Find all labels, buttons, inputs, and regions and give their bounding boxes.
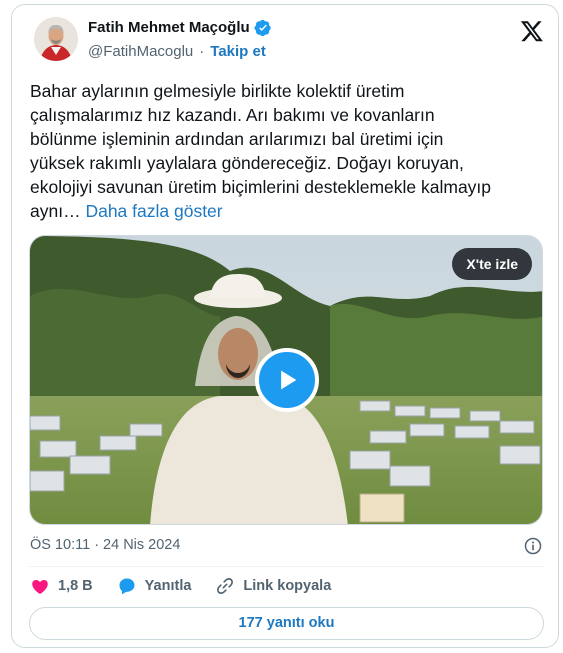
tweet-text-line: bölünme işleminin ardından arılarımızı b… (30, 129, 444, 149)
tweet-time: ÖS 10:11 (30, 537, 91, 553)
tweet-text-last-line: aynı… Daha fazla göster (30, 199, 545, 223)
link-icon (217, 578, 234, 594)
show-more-link[interactable]: Daha fazla göster (85, 201, 222, 221)
tweet-actions: 1,8 B Yanıtla Link kopyala (30, 574, 355, 598)
avatar-portrait-icon (34, 17, 78, 61)
separator-dot: · (199, 43, 205, 60)
x-logo-icon[interactable] (520, 19, 544, 43)
info-icon[interactable] (523, 536, 543, 556)
heart-icon (32, 579, 48, 594)
watch-on-x-button[interactable]: X'te izle (452, 248, 532, 280)
author-avatar[interactable] (34, 17, 78, 61)
read-replies-button[interactable]: 177 yanıtı oku (29, 607, 544, 640)
copy-link-label: Link kopyala (243, 578, 332, 594)
like-count: 1,8 B (58, 578, 93, 594)
reply-button[interactable]: Yanıtla (117, 574, 192, 598)
tweet-text-truncated: aynı… (30, 201, 81, 221)
reply-bubble-icon (119, 578, 135, 595)
tweet-text-line: yüksek rakımlı yaylalara göndereceğiz. D… (30, 153, 464, 173)
tweet-text: Bahar aylarının gelmesiyle birlikte kole… (30, 79, 545, 223)
verified-badge-icon (254, 19, 271, 37)
tweet-text-line: ekolojiyi savunan üretim biçimlerini des… (30, 177, 492, 197)
follow-link[interactable]: Takip et (210, 43, 266, 60)
tweet-date: 24 Nis 2024 (103, 537, 181, 553)
video-media[interactable]: X'te izle (29, 235, 543, 525)
copy-link-button[interactable]: Link kopyala (215, 574, 331, 598)
reply-label: Yanıtla (144, 578, 192, 594)
like-button[interactable]: 1,8 B (30, 574, 93, 598)
tweet-timestamp[interactable]: ÖS 10:11 · 24 Nis 2024 (30, 537, 180, 553)
tweet-card: Fatih Mehmet Maçoğlu @FatihMacoglu · Tak… (11, 4, 559, 648)
author-handle[interactable]: @FatihMacoglu (88, 43, 193, 60)
author-handle-row: @FatihMacoglu · Takip et (88, 43, 266, 60)
tweet-text-line: çalışmalarımız hız kazandı. Arı bakımı v… (30, 105, 435, 125)
author-name[interactable]: Fatih Mehmet Maçoğlu (88, 19, 250, 36)
divider (29, 566, 544, 567)
play-icon (281, 370, 297, 390)
play-button[interactable] (255, 348, 319, 412)
tweet-text-line: Bahar aylarının gelmesiyle birlikte kole… (30, 81, 405, 101)
separator-dot: · (94, 537, 100, 553)
